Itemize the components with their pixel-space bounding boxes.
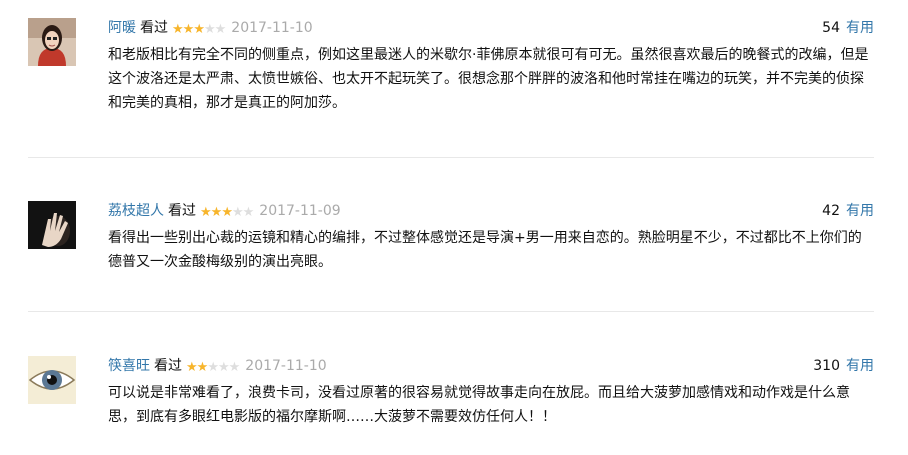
star-filled-icon: ★ <box>200 205 212 220</box>
review-date: 2017-11-09 <box>259 203 341 219</box>
avatar[interactable] <box>28 201 76 249</box>
review-meta: 荔枝超人 看过 ★★★★★ 2017-11-09 <box>108 201 341 221</box>
useful-count: 42 <box>822 203 840 219</box>
star-empty-icon: ★ <box>214 22 227 37</box>
useful-count: 54 <box>822 20 840 36</box>
username-link[interactable]: 阿暖 <box>108 20 136 36</box>
star-empty-icon: ★ <box>231 205 244 220</box>
star-filled-icon: ★ <box>193 22 205 37</box>
useful-button[interactable]: 有用 <box>846 203 874 219</box>
username-link[interactable]: 筷喜旺 <box>108 358 150 374</box>
review-text: 看得出一些别出心裁的运镜和精心的编排，不过整体感觉还是导演+男一用来自恋的。熟脸… <box>108 230 862 270</box>
watched-label: 看过 <box>140 20 168 36</box>
username-link[interactable]: 荔枝超人 <box>108 203 164 219</box>
star-filled-icon: ★ <box>182 22 195 37</box>
useful-votes: 310 有用 <box>813 356 874 376</box>
star-filled-icon: ★ <box>186 360 198 375</box>
divider <box>28 157 874 158</box>
review-date: 2017-11-10 <box>245 358 327 374</box>
review-date: 2017-11-10 <box>231 20 313 36</box>
woman-portrait-avatar-icon <box>28 18 76 66</box>
useful-count: 310 <box>813 358 840 374</box>
useful-button[interactable]: 有用 <box>846 20 874 36</box>
star-empty-icon: ★ <box>228 360 241 375</box>
review-meta: 阿暖 看过 ★★★★★ 2017-11-10 <box>108 18 313 38</box>
star-empty-icon: ★ <box>203 22 216 37</box>
useful-votes: 54 有用 <box>822 18 874 38</box>
hand-over-face-avatar-icon <box>28 201 76 249</box>
avatar[interactable] <box>28 356 76 404</box>
star-filled-icon: ★ <box>196 360 209 375</box>
useful-button[interactable]: 有用 <box>846 358 874 374</box>
review-meta: 筷喜旺 看过 ★★★★★ 2017-11-10 <box>108 356 327 376</box>
star-empty-icon: ★ <box>217 360 230 375</box>
star-filled-icon: ★ <box>210 205 223 220</box>
star-empty-icon: ★ <box>242 205 255 220</box>
divider <box>28 311 874 312</box>
star-filled-icon: ★ <box>172 22 184 37</box>
avatar[interactable] <box>28 18 76 66</box>
useful-votes: 42 有用 <box>822 201 874 221</box>
review-text: 可以说是非常难看了，浪费卡司，没看过原著的很容易就觉得故事走向在放屁。而且给大菠… <box>108 385 850 425</box>
rating-stars: ★★★★★ <box>186 358 241 378</box>
review-text: 和老版相比有完全不同的侧重点，例如这里最迷人的米歇尔·菲佛原本就很可有可无。虽然… <box>108 47 869 111</box>
rating-stars: ★★★★★ <box>172 20 227 40</box>
star-empty-icon: ★ <box>207 360 219 375</box>
rating-stars: ★★★★★ <box>200 203 255 223</box>
star-filled-icon: ★ <box>221 205 233 220</box>
watched-label: 看过 <box>168 203 196 219</box>
watched-label: 看过 <box>154 358 182 374</box>
eye-avatar-icon <box>28 356 76 404</box>
